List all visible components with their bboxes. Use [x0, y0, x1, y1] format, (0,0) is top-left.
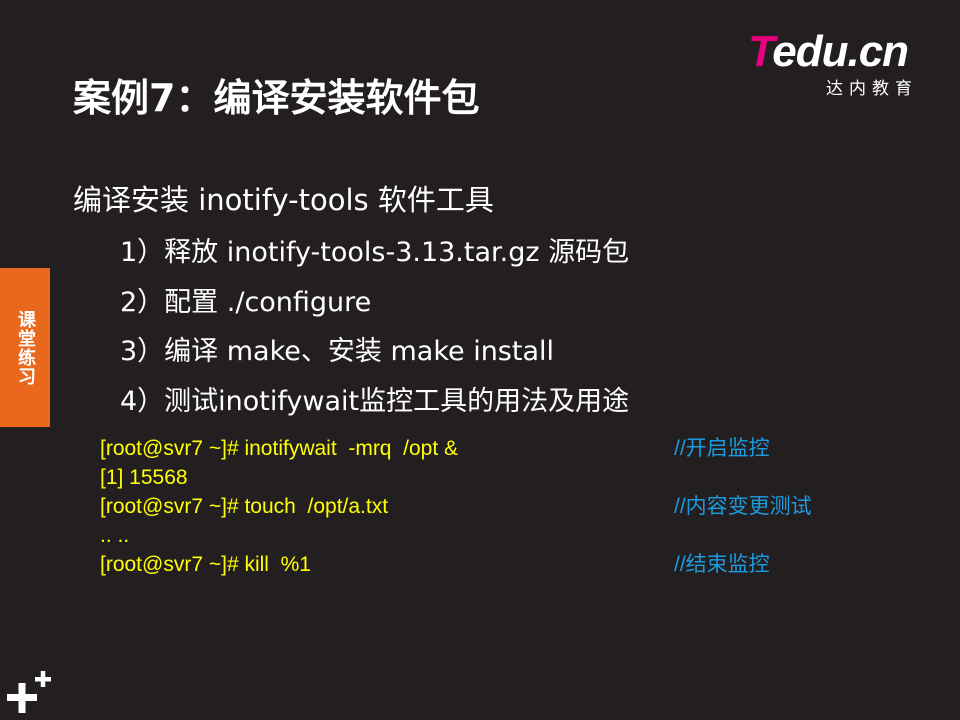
- logo-initial: T: [748, 27, 773, 76]
- command-text: [root@svr7 ~]# touch /opt/a.txt: [100, 495, 389, 518]
- step-item: 3）编译 make、安装 make install: [120, 336, 555, 367]
- code-line: [root@svr7 ~]# inotifywait -mrq /opt & /…: [100, 434, 860, 463]
- step-item: 4）测试inotifywait监控工具的用法及用途: [120, 385, 630, 417]
- code-line: [root@svr7 ~]# touch /opt/a.txt //内容变更测试: [100, 492, 860, 521]
- command-output: [1] 15568: [100, 466, 188, 489]
- step-list: 1）释放 inotify-tools-3.13.tar.gz 源码包 2）配置 …: [120, 228, 629, 426]
- code-line: [root@svr7 ~]# kill %1 //结束监控: [100, 550, 860, 579]
- code-comment: //内容变更测试: [674, 495, 812, 518]
- terminal-code-block: [root@svr7 ~]# inotifywait -mrq /opt & /…: [100, 434, 860, 579]
- command-text: [root@svr7 ~]# inotifywait -mrq /opt &: [100, 437, 459, 460]
- step-item: 2）配置 ./configure: [120, 286, 372, 318]
- code-comment: //开启监控: [674, 437, 770, 460]
- logo-domain: edu.cn: [772, 27, 909, 76]
- plus-icon: [7, 671, 51, 713]
- logo-subtitle: 达内教育: [826, 79, 918, 99]
- classroom-practice-tab: 课堂练习: [0, 268, 50, 427]
- tedu-logo: Tedu.cn 达内教育: [748, 28, 928, 100]
- code-line: [1] 15568: [100, 463, 860, 492]
- command-text: [root@svr7 ~]# kill %1: [100, 553, 311, 576]
- side-tab-label: 课堂练习: [15, 309, 36, 386]
- main-bullet: 编译安装 inotify-tools 软件工具: [73, 183, 494, 217]
- code-line: .. ..: [100, 521, 860, 550]
- step-item: 1）释放 inotify-tools-3.13.tar.gz 源码包: [120, 237, 630, 268]
- logo-wordmark: Tedu.cn: [748, 27, 909, 76]
- command-ellipsis: .. ..: [100, 524, 130, 547]
- slide-title: 案例7：编译安装软件包: [73, 76, 480, 120]
- code-comment: //结束监控: [674, 553, 770, 576]
